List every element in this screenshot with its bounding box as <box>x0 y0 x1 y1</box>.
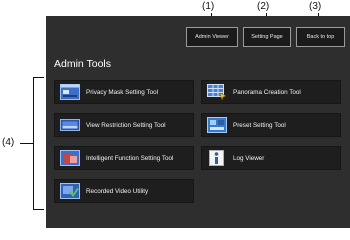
callout-2: (2) <box>257 1 270 12</box>
setting-page-button[interactable]: Setting Page <box>243 27 291 47</box>
admin-viewer-button[interactable]: Admin Viewer <box>186 27 238 47</box>
view-restriction-setting-tool-button[interactable]: View Restriction Setting Tool <box>54 113 194 137</box>
recorded-video-utility-button[interactable]: Recorded Video Utility <box>54 179 194 203</box>
panorama-creation-tool-button[interactable]: Panorama Creation Tool <box>201 80 341 104</box>
tool-label: Privacy Mask Setting Tool <box>86 88 158 96</box>
tool-label: Log Viewer <box>233 154 265 162</box>
tool-label: View Restriction Setting Tool <box>86 121 166 129</box>
admin-tools-screen: Admin Viewer Setting Page Back to top Ad… <box>46 16 350 228</box>
log-viewer-button[interactable]: Log Viewer <box>201 146 341 170</box>
intelligent-function-icon <box>60 150 80 166</box>
tool-label: Panorama Creation Tool <box>233 88 301 96</box>
recorded-video-icon <box>60 183 80 199</box>
callout-3: (3) <box>309 1 322 12</box>
page-title: Admin Tools <box>54 58 112 70</box>
view-restriction-icon <box>60 119 80 131</box>
callout-1: (1) <box>202 1 215 12</box>
tool-label: Preset Setting Tool <box>233 121 286 129</box>
intelligent-function-setting-tool-button[interactable]: Intelligent Function Setting Tool <box>54 146 194 170</box>
privacy-mask-setting-tool-button[interactable]: Privacy Mask Setting Tool <box>54 80 194 104</box>
back-to-top-button[interactable]: Back to top <box>296 27 345 47</box>
callout-4-bracket <box>33 77 44 210</box>
privacy-mask-icon <box>60 84 80 100</box>
tool-label: Intelligent Function Setting Tool <box>86 154 174 162</box>
panorama-icon <box>207 84 227 100</box>
callout-4: (4) <box>2 137 15 148</box>
preset-setting-tool-button[interactable]: Preset Setting Tool <box>201 113 341 137</box>
callout-4-line <box>20 143 33 144</box>
tool-label: Recorded Video Utility <box>86 187 149 195</box>
log-viewer-icon <box>209 150 224 166</box>
preset-icon <box>207 117 227 133</box>
